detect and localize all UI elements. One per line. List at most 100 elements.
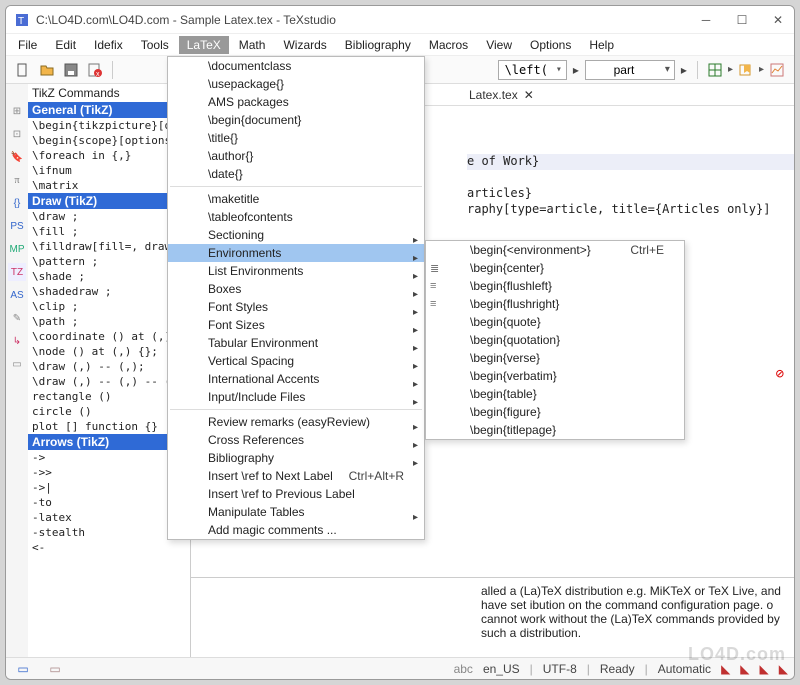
- spellcheck-icon[interactable]: abc: [454, 662, 473, 676]
- panel-toggle-2[interactable]: ▭: [44, 658, 66, 680]
- latex-menu-item[interactable]: \begin{document}: [168, 111, 424, 129]
- latex-menu-item[interactable]: \maketitle: [168, 190, 424, 208]
- latex-menu-item[interactable]: Sectioning: [168, 226, 424, 244]
- tikz-command-item[interactable]: \begin{scope}[options] \e: [28, 133, 190, 148]
- tikz-command-item[interactable]: \filldraw[fill=, draw=] ;: [28, 239, 190, 254]
- code-line[interactable]: articles}: [467, 186, 794, 202]
- latex-menu-item[interactable]: Insert \ref to Next LabelCtrl+Alt+R: [168, 467, 424, 485]
- menu-file[interactable]: File: [10, 36, 45, 54]
- latex-menu-item[interactable]: Manipulate Tables: [168, 503, 424, 521]
- env-submenu-item[interactable]: \begin{verse}: [426, 349, 684, 367]
- error-indicator-icon[interactable]: ⊘: [776, 366, 784, 382]
- tikz-command-item[interactable]: \fill ;: [28, 224, 190, 239]
- tikz-command-item[interactable]: \node () at (,) {};: [28, 344, 190, 359]
- tikz-command-item[interactable]: rectangle (): [28, 389, 190, 404]
- env-submenu-item[interactable]: ≡\begin{flushright}: [426, 295, 684, 313]
- tikz-command-item[interactable]: \draw (,) -- (,) -- (,) -- cycl: [28, 374, 190, 389]
- code-line[interactable]: [467, 218, 794, 234]
- latex-menu-item[interactable]: Bibliography: [168, 449, 424, 467]
- tikz-command-item[interactable]: \coordinate () at (,);: [28, 329, 190, 344]
- tab-close-icon[interactable]: ✕: [524, 88, 534, 102]
- palette-icon[interactable]: ⊡: [8, 125, 26, 143]
- tikz-command-item[interactable]: <-: [28, 540, 190, 555]
- tikz-command-item[interactable]: -latex: [28, 510, 190, 525]
- maximize-button[interactable]: ☐: [734, 13, 750, 27]
- latex-menu-item[interactable]: \documentclass: [168, 57, 424, 75]
- env-submenu-item[interactable]: ≣\begin{center}: [426, 259, 684, 277]
- latex-menu-item[interactable]: Input/Include Files: [168, 388, 424, 406]
- menu-macros[interactable]: Macros: [421, 36, 476, 54]
- env-submenu-item[interactable]: \begin{figure}: [426, 403, 684, 421]
- menu-tools[interactable]: Tools: [133, 36, 177, 54]
- menu-view[interactable]: View: [478, 36, 520, 54]
- env-submenu-item[interactable]: \begin{quote}: [426, 313, 684, 331]
- latex-menu-item[interactable]: Boxes: [168, 280, 424, 298]
- panel-toggle-1[interactable]: ▭: [12, 658, 34, 680]
- env-submenu-item[interactable]: \begin{table}: [426, 385, 684, 403]
- latex-menu-item[interactable]: Font Styles: [168, 298, 424, 316]
- latex-menu-item[interactable]: List Environments: [168, 262, 424, 280]
- tikz-command-item[interactable]: plot [] function {}: [28, 419, 190, 434]
- tikz-section-header[interactable]: Arrows (TikZ): [28, 434, 190, 450]
- latex-menu-item[interactable]: Insert \ref to Previous Label: [168, 485, 424, 503]
- open-file-button[interactable]: [36, 59, 58, 81]
- table-button[interactable]: [704, 59, 726, 81]
- bookmark-icon[interactable]: 🔖: [8, 148, 26, 166]
- combo-arrow-2[interactable]: ▸: [677, 59, 691, 81]
- chart-button[interactable]: [766, 59, 788, 81]
- menu-help[interactable]: Help: [581, 36, 622, 54]
- menu-edit[interactable]: Edit: [47, 36, 84, 54]
- latex-menu-item[interactable]: International Accents: [168, 370, 424, 388]
- close-button[interactable]: ✕: [770, 13, 786, 27]
- code-line[interactable]: e of Work}: [467, 154, 794, 170]
- code-line[interactable]: raphy[type=article, title={Articles only…: [467, 202, 794, 218]
- status-encoding[interactable]: UTF-8: [543, 662, 577, 676]
- grid-icon[interactable]: ⊞: [8, 102, 26, 120]
- tikz-command-item[interactable]: -to: [28, 495, 190, 510]
- tikz-section-header[interactable]: Draw (TikZ): [28, 193, 190, 209]
- menu-options[interactable]: Options: [522, 36, 579, 54]
- tikz-command-item[interactable]: -stealth: [28, 525, 190, 540]
- latex-menu-item[interactable]: \tableofcontents: [168, 208, 424, 226]
- latex-menu-item[interactable]: Add magic comments ...: [168, 521, 424, 539]
- menu-latex[interactable]: LaTeX: [179, 36, 229, 54]
- latex-menu-item[interactable]: Font Sizes: [168, 316, 424, 334]
- env-submenu-item[interactable]: ≡\begin{flushleft}: [426, 277, 684, 295]
- save-button[interactable]: [60, 59, 82, 81]
- section-combo[interactable]: part: [585, 60, 675, 80]
- tikz-section-header[interactable]: General (TikZ): [28, 102, 190, 118]
- minimize-button[interactable]: ─: [698, 13, 714, 27]
- braces-icon[interactable]: {}: [8, 194, 26, 212]
- latex-menu-item[interactable]: AMS packages: [168, 93, 424, 111]
- tikz-command-item[interactable]: ->>: [28, 465, 190, 480]
- pi-icon[interactable]: π: [8, 171, 26, 189]
- latex-menu-item[interactable]: \date{}: [168, 165, 424, 183]
- latex-menu-item[interactable]: \author{}: [168, 147, 424, 165]
- status-lang[interactable]: en_US: [483, 662, 520, 676]
- menu-math[interactable]: Math: [231, 36, 274, 54]
- editor-tab[interactable]: Latex.tex ✕: [461, 86, 542, 104]
- menu-idefix[interactable]: Idefix: [86, 36, 131, 54]
- code-line[interactable]: [467, 106, 794, 122]
- mp-icon[interactable]: MP: [8, 240, 26, 258]
- tikz-command-item[interactable]: \shade ;: [28, 269, 190, 284]
- as-icon[interactable]: AS: [8, 286, 26, 304]
- latex-menu-item[interactable]: Environments: [168, 244, 424, 262]
- tz-icon[interactable]: TZ: [8, 263, 26, 281]
- left-delimiter-combo[interactable]: \left(: [498, 60, 567, 80]
- tikz-command-item[interactable]: circle (): [28, 404, 190, 419]
- tikz-command-item[interactable]: ->|: [28, 480, 190, 495]
- tikz-command-item[interactable]: \path ;: [28, 314, 190, 329]
- tikz-command-item[interactable]: \ifnum: [28, 163, 190, 178]
- env-submenu-item[interactable]: \begin{<environment>}Ctrl+E: [426, 241, 684, 259]
- latex-menu-item[interactable]: Vertical Spacing: [168, 352, 424, 370]
- tikz-command-item[interactable]: \shadedraw ;: [28, 284, 190, 299]
- code-line[interactable]: [467, 122, 794, 138]
- code-line[interactable]: [467, 138, 794, 154]
- tikz-command-item[interactable]: \foreach in {,}: [28, 148, 190, 163]
- combo-arrow[interactable]: ▸: [569, 59, 583, 81]
- menu-wizards[interactable]: Wizards: [275, 36, 334, 54]
- env-submenu-item[interactable]: \begin{titlepage}: [426, 421, 684, 439]
- ps-icon[interactable]: PS: [8, 217, 26, 235]
- latex-menu-item[interactable]: Review remarks (easyReview): [168, 413, 424, 431]
